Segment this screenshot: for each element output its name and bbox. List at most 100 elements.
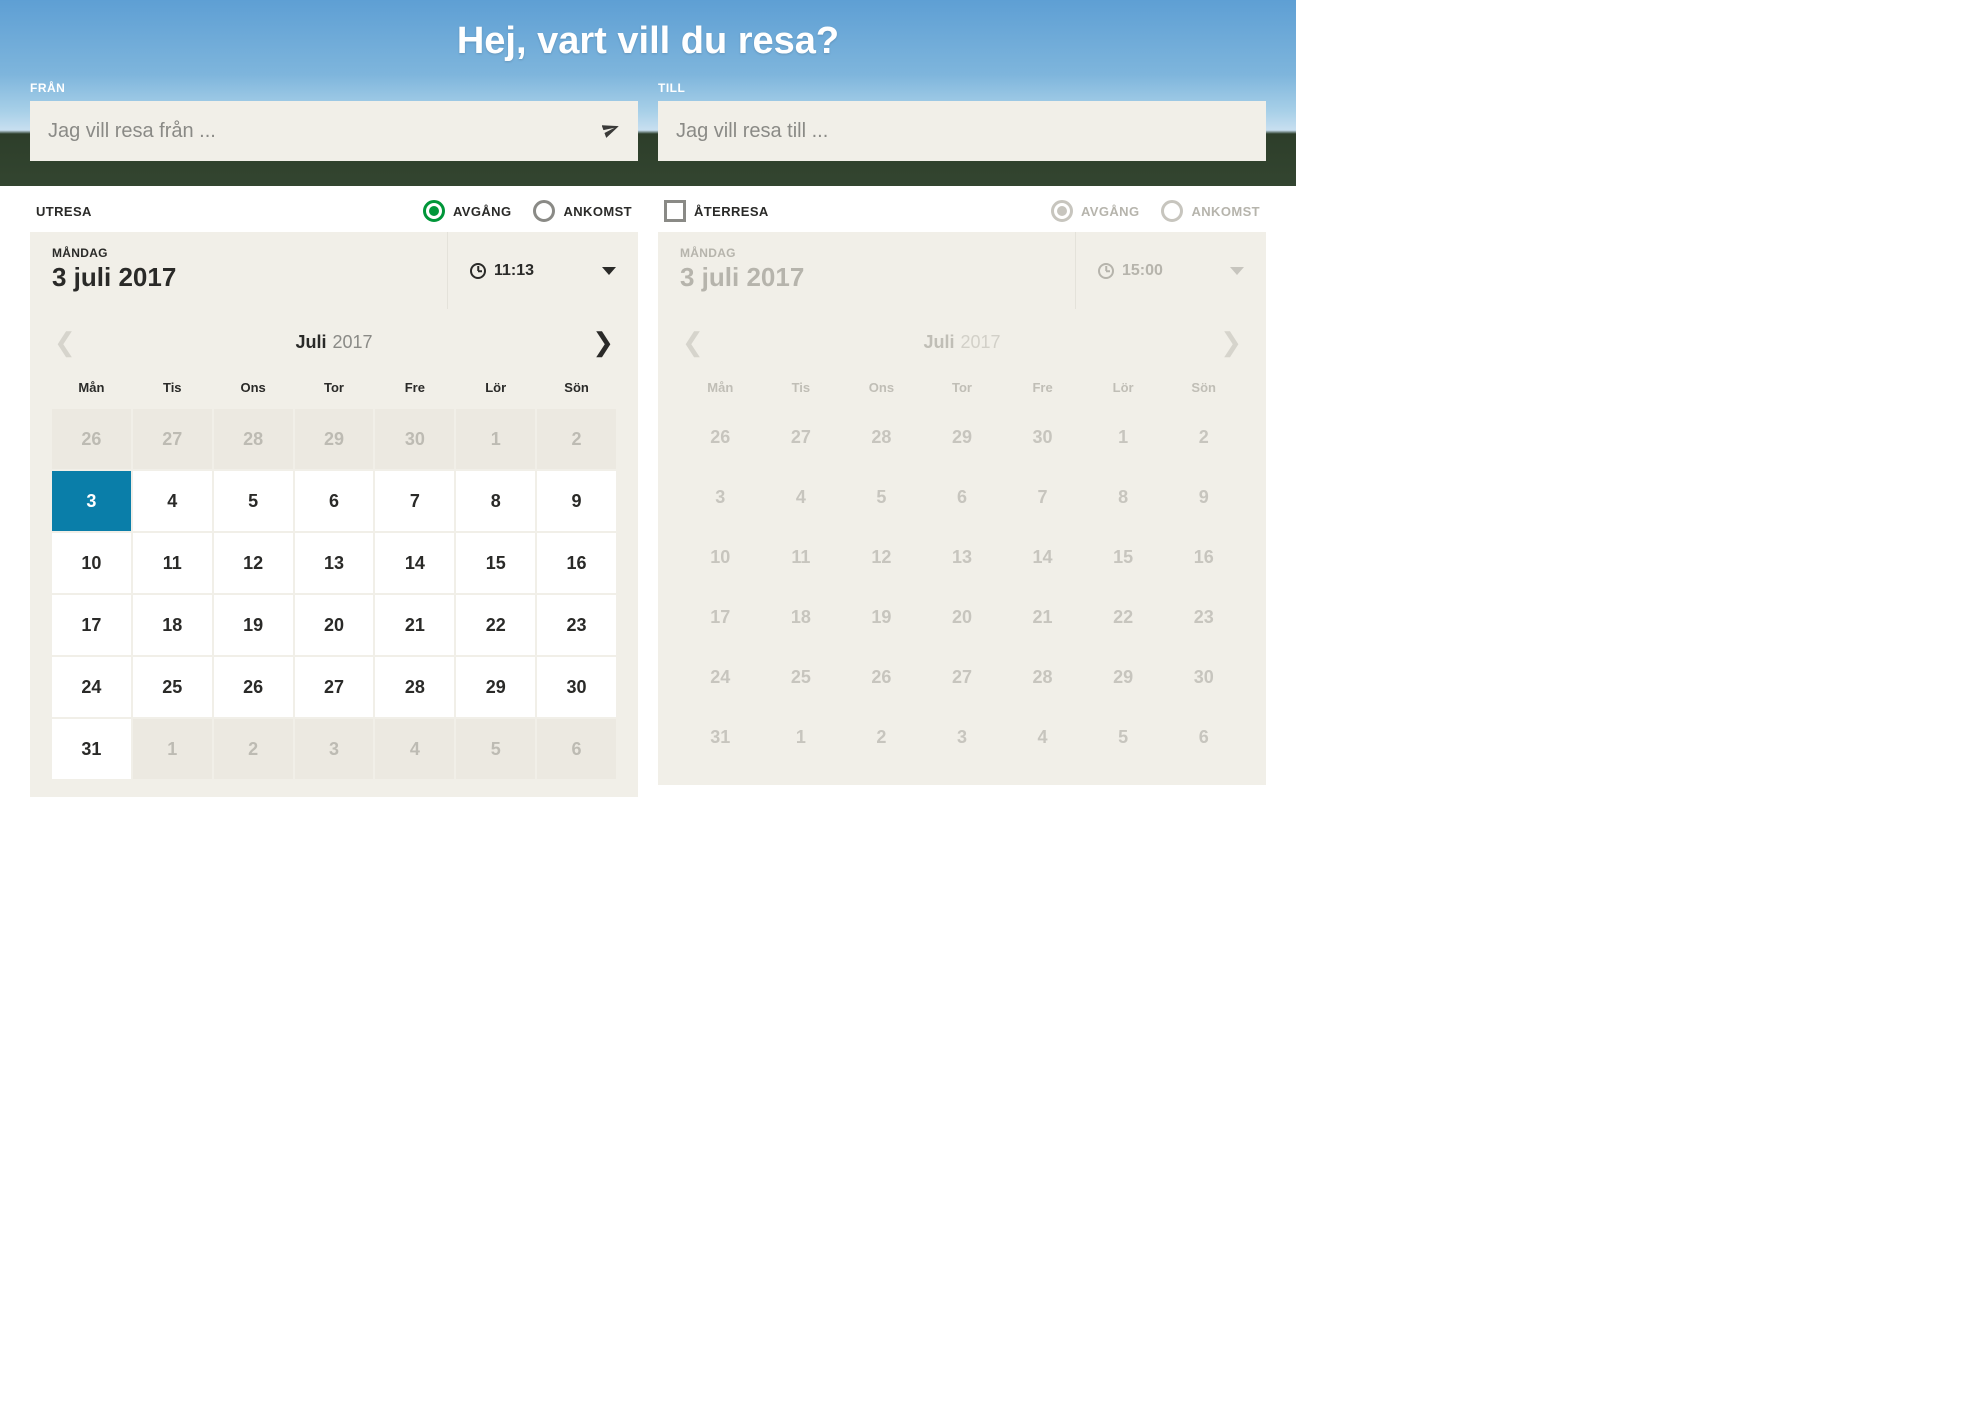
from-input[interactable]: [48, 120, 602, 143]
calendar-day: 6: [1163, 707, 1244, 767]
calendar-day[interactable]: 19: [214, 595, 293, 655]
calendar-day[interactable]: 16: [537, 533, 616, 593]
to-input[interactable]: [676, 120, 1248, 143]
radio-selected-icon: [1051, 200, 1073, 222]
calendar-dow: Tis: [761, 372, 842, 407]
calendar-day: 13: [922, 527, 1003, 587]
return-checkbox[interactable]: ÅTERRESA: [664, 200, 769, 222]
return-picker: ÅTERRESA AVGÅNG ANKOMST MÅNDAG 3 juli 20…: [658, 186, 1266, 797]
calendar-day[interactable]: 13: [295, 533, 374, 593]
calendar-day: 31: [680, 707, 761, 767]
return-radio-arrive[interactable]: ANKOMST: [1161, 200, 1260, 222]
return-radio-depart[interactable]: AVGÅNG: [1051, 200, 1140, 222]
calendar-day: 30: [375, 409, 454, 469]
calendar-day: 9: [1163, 467, 1244, 527]
departure-date-box: MÅNDAG 3 juli 2017 11:13: [30, 232, 638, 309]
departure-radio-arrive[interactable]: ANKOMST: [533, 200, 632, 222]
calendar-day: 26: [52, 409, 131, 469]
calendar-day[interactable]: 31: [52, 719, 131, 779]
calendar-day[interactable]: 23: [537, 595, 616, 655]
calendar-title: Juli 2017: [923, 332, 1000, 353]
calendar-day[interactable]: 29: [456, 657, 535, 717]
calendar-nav: ❮ Juli2017 ❯: [30, 309, 638, 368]
calendar-day: 3: [922, 707, 1003, 767]
return-time: 15:00: [1122, 262, 1163, 280]
calendar-day[interactable]: 21: [375, 595, 454, 655]
calendar-day: 2: [1163, 407, 1244, 467]
calendar-day[interactable]: 28: [375, 657, 454, 717]
calendar-day[interactable]: 3: [52, 471, 131, 531]
departure-time: 11:13: [494, 262, 534, 280]
departure-title: UTRESA: [36, 204, 92, 219]
locate-icon[interactable]: [602, 120, 620, 143]
calendar-dow: Fre: [375, 372, 454, 407]
calendar-day[interactable]: 5: [214, 471, 293, 531]
calendar-day[interactable]: 25: [133, 657, 212, 717]
departure-radio-depart[interactable]: AVGÅNG: [423, 200, 512, 222]
to-column: TILL: [658, 81, 1266, 161]
calendar-day[interactable]: 27: [295, 657, 374, 717]
calendar-day: 22: [1083, 587, 1164, 647]
calendar-day[interactable]: 24: [52, 657, 131, 717]
calendar-dow: Fre: [1002, 372, 1083, 407]
to-input-wrap[interactable]: [658, 101, 1266, 161]
calendar-day: 28: [1002, 647, 1083, 707]
calendar-day: 11: [761, 527, 842, 587]
departure-time-dropdown[interactable]: 11:13: [448, 232, 638, 309]
calendar-dow: Sön: [537, 372, 616, 407]
return-time-dropdown: 15:00: [1076, 232, 1266, 309]
calendar-day[interactable]: 11: [133, 533, 212, 593]
calendar-day[interactable]: 26: [214, 657, 293, 717]
return-header: ÅTERRESA AVGÅNG ANKOMST: [658, 186, 1266, 232]
calendar-day: 6: [537, 719, 616, 779]
departure-calendar: ❮ Juli2017 ❯ MånTisOnsTorFreLörSön262728…: [30, 309, 638, 797]
calendar-day: 5: [841, 467, 922, 527]
calendar-day[interactable]: 4: [133, 471, 212, 531]
calendar-day: 2: [537, 409, 616, 469]
calendar-month: Juli: [295, 332, 326, 352]
return-title: ÅTERRESA: [694, 204, 769, 219]
date-pickers: UTRESA AVGÅNG ANKOMST MÅNDAG 3 juli 2017: [0, 186, 1296, 797]
calendar-day[interactable]: 7: [375, 471, 454, 531]
calendar-dow: Mån: [680, 372, 761, 407]
radio-icon: [533, 200, 555, 222]
calendar-day[interactable]: 12: [214, 533, 293, 593]
calendar-day[interactable]: 6: [295, 471, 374, 531]
calendar-day: 20: [922, 587, 1003, 647]
calendar-day[interactable]: 20: [295, 595, 374, 655]
calendar-day[interactable]: 8: [456, 471, 535, 531]
calendar-day[interactable]: 15: [456, 533, 535, 593]
calendar-day: 1: [761, 707, 842, 767]
calendar-day[interactable]: 9: [537, 471, 616, 531]
calendar-title: Juli2017: [295, 332, 372, 353]
calendar-day[interactable]: 17: [52, 595, 131, 655]
chevron-down-icon: [1230, 267, 1244, 275]
calendar-year: 2017: [960, 332, 1000, 352]
calendar-day[interactable]: 14: [375, 533, 454, 593]
calendar-day: 17: [680, 587, 761, 647]
departure-header: UTRESA AVGÅNG ANKOMST: [30, 186, 638, 232]
calendar-day: 2: [214, 719, 293, 779]
calendar-day: 24: [680, 647, 761, 707]
calendar-day: 5: [1083, 707, 1164, 767]
return-calendar-grid: MånTisOnsTorFreLörSön2627282930123456789…: [658, 368, 1266, 777]
radio-arrive-label: ANKOMST: [563, 204, 632, 219]
calendar-day: 1: [1083, 407, 1164, 467]
calendar-day: 3: [295, 719, 374, 779]
departure-calendar-grid: MånTisOnsTorFreLörSön2627282930123456789…: [30, 368, 638, 789]
calendar-month: Juli: [923, 332, 954, 352]
calendar-day[interactable]: 30: [537, 657, 616, 717]
search-row: FRÅN TILL: [30, 81, 1266, 161]
calendar-day: 30: [1163, 647, 1244, 707]
calendar-day: 3: [680, 467, 761, 527]
from-input-wrap[interactable]: [30, 101, 638, 161]
calendar-day[interactable]: 10: [52, 533, 131, 593]
next-month-button[interactable]: ❯: [592, 327, 614, 358]
calendar-day: 18: [761, 587, 842, 647]
calendar-day[interactable]: 22: [456, 595, 535, 655]
calendar-day: 1: [456, 409, 535, 469]
calendar-day: 7: [1002, 467, 1083, 527]
calendar-day[interactable]: 18: [133, 595, 212, 655]
departure-date-display[interactable]: MÅNDAG 3 juli 2017: [30, 232, 448, 309]
calendar-day: 2: [841, 707, 922, 767]
